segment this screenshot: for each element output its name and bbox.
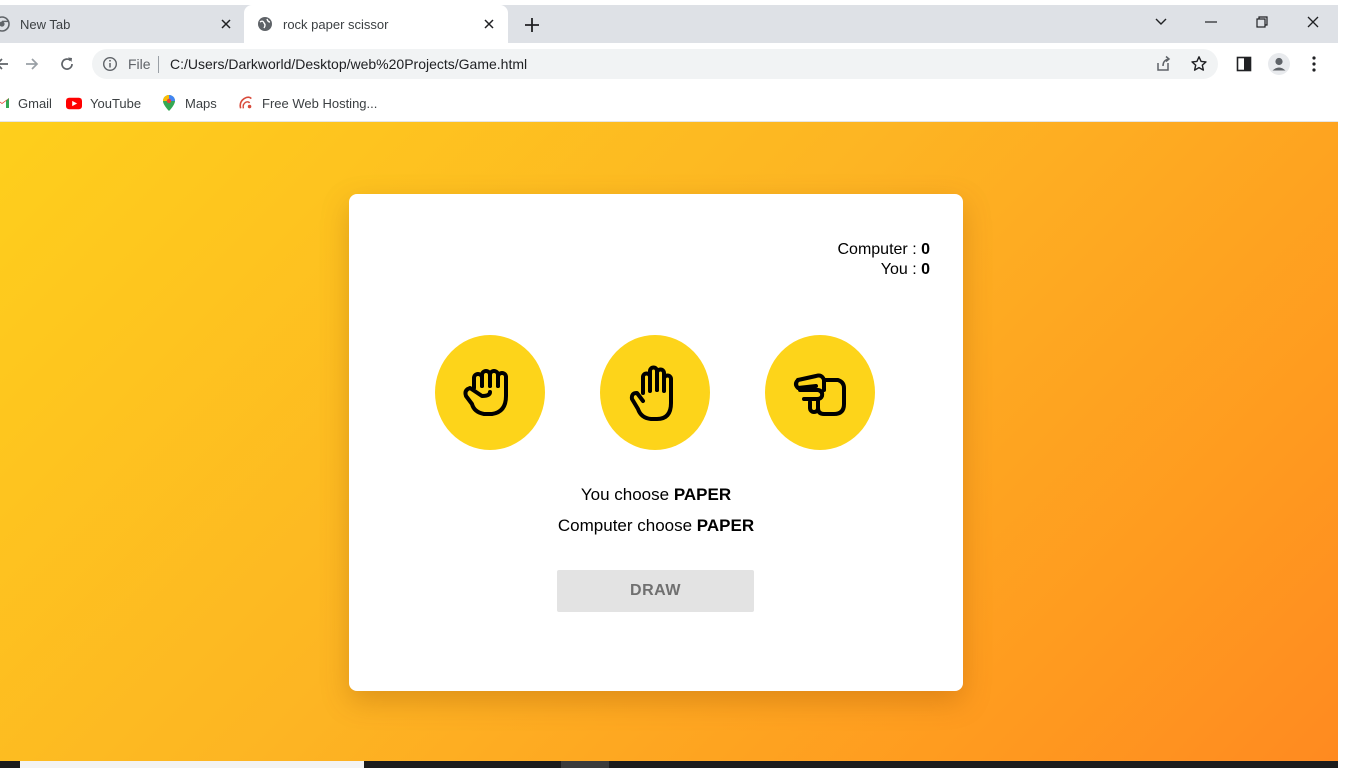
user-choice-text: You choose PAPER xyxy=(349,485,963,505)
taskbar-app-indicator[interactable] xyxy=(561,761,609,768)
new-tab-button[interactable] xyxy=(520,13,544,37)
tab-new-tab[interactable]: New Tab xyxy=(0,5,243,43)
computer-choose-label: Computer choose xyxy=(557,516,697,535)
tab-rock-paper-scissor[interactable]: rock paper scissor xyxy=(244,5,508,43)
page-viewport: Computer : 0 You : 0 You choose PAPER Co… xyxy=(0,122,1338,761)
reload-button[interactable] xyxy=(55,52,79,76)
result-button[interactable]: DRAW xyxy=(557,570,754,612)
bookmark-free-web-hosting[interactable]: Free Web Hosting... xyxy=(238,94,377,112)
rock-button[interactable] xyxy=(435,335,545,450)
close-icon[interactable] xyxy=(217,15,235,33)
minimize-button[interactable] xyxy=(1188,5,1234,39)
scoreboard: Computer : 0 You : 0 xyxy=(838,240,931,280)
globe-icon xyxy=(257,16,273,32)
you-score-value: 0 xyxy=(921,261,930,278)
bookmark-label: Maps xyxy=(185,95,217,111)
maps-icon xyxy=(161,95,177,111)
bookmark-label: YouTube xyxy=(90,95,142,111)
you-choose-label: You choose xyxy=(580,485,674,504)
chrome-icon xyxy=(0,16,10,32)
menu-button[interactable] xyxy=(1302,52,1326,76)
bookmark-gmail[interactable]: Gmail xyxy=(0,94,52,112)
arrow-left-icon xyxy=(0,58,8,70)
gmail-icon xyxy=(0,95,10,111)
bookmark-label: Free Web Hosting... xyxy=(262,95,378,111)
game-card: Computer : 0 You : 0 You choose PAPER Co… xyxy=(349,194,963,691)
kebab-menu-icon xyxy=(1312,56,1316,72)
tab-title: rock paper scissor xyxy=(283,16,389,32)
open-hand-icon xyxy=(629,365,673,421)
url-text[interactable]: C:/Users/Darkworld/Desktop/web%20Project… xyxy=(170,56,527,72)
bookmark-label: Gmail xyxy=(18,95,52,111)
side-panel-icon xyxy=(1236,56,1252,72)
computer-score: Computer : 0 xyxy=(838,240,931,260)
computer-choice-text: Computer choose PAPER xyxy=(349,516,963,536)
fist-icon xyxy=(463,368,508,416)
computer-choice-value: PAPER xyxy=(696,516,755,535)
reload-icon xyxy=(61,57,73,70)
taskbar xyxy=(0,761,1338,768)
close-icon xyxy=(1307,16,1319,28)
youtube-icon xyxy=(66,95,82,111)
hosting-icon xyxy=(238,95,254,111)
side-panel-button[interactable] xyxy=(1232,52,1256,76)
chevron-down-icon xyxy=(1155,18,1167,25)
arrow-right-icon xyxy=(26,58,39,70)
avatar-icon xyxy=(1268,53,1290,75)
minimize-icon xyxy=(1205,21,1217,23)
computer-score-label: Computer : xyxy=(837,241,922,258)
tab-strip: New Tab rock paper scissor xyxy=(0,5,1338,43)
separator xyxy=(158,56,159,73)
restore-icon xyxy=(1256,16,1268,28)
plus-icon xyxy=(525,18,539,32)
you-score: You : 0 xyxy=(838,260,930,280)
tab-search-button[interactable] xyxy=(1138,5,1184,39)
star-icon[interactable] xyxy=(1190,55,1208,73)
paper-button[interactable] xyxy=(600,335,710,450)
close-window-button[interactable] xyxy=(1290,5,1336,39)
bookmarks-bar: Gmail YouTube Maps Free Web Hosting... xyxy=(0,85,1338,122)
share-icon[interactable] xyxy=(1154,55,1172,73)
computer-score-value: 0 xyxy=(921,241,930,258)
back-button[interactable] xyxy=(0,52,14,76)
browser-toolbar: File C:/Users/Darkworld/Desktop/web%20Pr… xyxy=(0,43,1338,85)
address-bar[interactable]: File C:/Users/Darkworld/Desktop/web%20Pr… xyxy=(92,49,1218,79)
scissor-hand-icon xyxy=(794,373,846,416)
scissor-button[interactable] xyxy=(765,335,875,450)
info-icon[interactable] xyxy=(102,56,118,72)
close-icon[interactable] xyxy=(480,15,498,33)
forward-button[interactable] xyxy=(20,52,44,76)
scheme-label: File xyxy=(128,56,151,72)
bookmark-youtube[interactable]: YouTube xyxy=(66,94,141,112)
restore-button[interactable] xyxy=(1239,5,1285,39)
user-choice-value: PAPER xyxy=(673,485,732,504)
tab-title: New Tab xyxy=(20,16,71,32)
taskbar-window-preview[interactable] xyxy=(20,761,364,768)
bookmark-maps[interactable]: Maps xyxy=(161,94,217,112)
you-score-label: You : xyxy=(880,261,922,278)
profile-button[interactable] xyxy=(1267,52,1291,76)
